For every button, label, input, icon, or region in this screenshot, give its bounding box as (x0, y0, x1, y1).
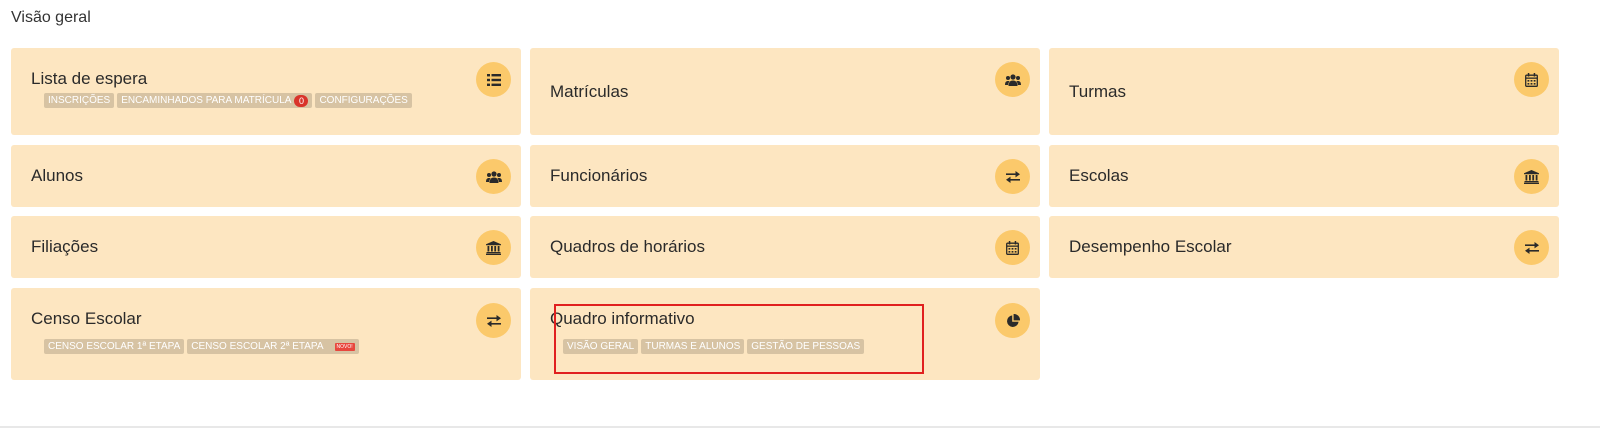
card-tags: CENSO ESCOLAR 1ª ETAPA CENSO ESCOLAR 2ª … (44, 339, 359, 354)
card-title: Funcionários (550, 166, 648, 185)
exchange-icon (1514, 230, 1549, 265)
card-title: Censo Escolar (31, 309, 142, 328)
tag-gestao-de-pessoas[interactable]: GESTÃO DE PESSOAS (747, 339, 865, 354)
card-title: Filiações (31, 237, 99, 256)
institution-icon (476, 230, 511, 265)
card-tags: INSCRIÇÕES ENCAMINHADOS PARA MATRÍCULA 0 … (44, 93, 412, 108)
tag-visao-geral[interactable]: VISÃO GERAL (563, 339, 639, 354)
card-title: Alunos (31, 166, 83, 185)
tag-inscricoes[interactable]: INSCRIÇÕES (44, 93, 115, 108)
list-icon (476, 62, 511, 97)
card-alunos[interactable]: Alunos (11, 145, 521, 207)
tag-label: ENCAMINHADOS PARA MATRÍCULA (121, 95, 292, 106)
exchange-icon (995, 159, 1030, 194)
card-desempenho-escolar[interactable]: Desempenho Escolar (1049, 216, 1559, 278)
card-quadros-de-horarios[interactable]: Quadros de horários (530, 216, 1040, 278)
card-title: Matrículas (550, 82, 629, 101)
tag-censo-2-etapa[interactable]: CENSO ESCOLAR 2ª ETAPA NOVO! (187, 339, 359, 354)
tag-label: CONFIGURAÇÕES (319, 95, 408, 106)
page-title: Visão geral (11, 9, 91, 26)
users-icon (476, 159, 511, 194)
card-title: Lista de espera (31, 69, 148, 88)
card-title: Quadro informativo (550, 309, 695, 328)
card-escolas[interactable]: Escolas (1049, 145, 1559, 207)
calendar-icon (1514, 62, 1549, 97)
card-turmas[interactable]: Turmas (1049, 48, 1559, 135)
card-title: Desempenho Escolar (1069, 237, 1232, 256)
card-title: Turmas (1069, 82, 1126, 101)
card-title: Quadros de horários (550, 237, 705, 256)
card-title: Escolas (1069, 166, 1129, 185)
tag-label: INSCRIÇÕES (48, 95, 111, 106)
card-censo-escolar[interactable]: Censo Escolar CENSO ESCOLAR 1ª ETAPA CEN… (11, 288, 521, 380)
pie-chart-icon (995, 303, 1030, 338)
tag-configuracoes[interactable]: CONFIGURAÇÕES (315, 93, 412, 108)
institution-icon (1514, 159, 1549, 194)
tag-encaminhados[interactable]: ENCAMINHADOS PARA MATRÍCULA 0 (117, 93, 313, 108)
tag-label: TURMAS E ALUNOS (645, 341, 741, 352)
count-badge: 0 (294, 94, 309, 107)
tag-label: GESTÃO DE PESSOAS (751, 341, 861, 352)
tag-censo-1-etapa[interactable]: CENSO ESCOLAR 1ª ETAPA (44, 339, 185, 354)
card-matriculas[interactable]: Matrículas (530, 48, 1040, 135)
card-lista-de-espera[interactable]: Lista de espera INSCRIÇÕES ENCAMINHADOS … (11, 48, 521, 135)
card-quadro-informativo[interactable]: Quadro informativo VISÃO GERAL TURMAS E … (530, 288, 1040, 380)
tag-turmas-e-alunos[interactable]: TURMAS E ALUNOS (641, 339, 745, 354)
divider (0, 426, 1600, 428)
users-icon (995, 62, 1030, 97)
tag-label: VISÃO GERAL (567, 341, 635, 352)
tag-label: CENSO ESCOLAR 1ª ETAPA (48, 341, 181, 352)
card-funcionarios[interactable]: Funcionários (530, 145, 1040, 207)
calendar-icon (995, 230, 1030, 265)
card-filiacoes[interactable]: Filiações (11, 216, 521, 278)
exchange-icon (476, 303, 511, 338)
new-badge: NOVO! (334, 342, 355, 351)
card-tags: VISÃO GERAL TURMAS E ALUNOS GESTÃO DE PE… (563, 339, 865, 354)
tag-label: CENSO ESCOLAR 2ª ETAPA (191, 341, 324, 352)
